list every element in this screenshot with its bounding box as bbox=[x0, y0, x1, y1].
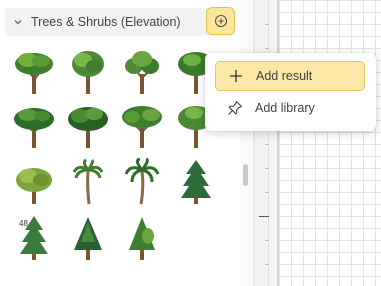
conifer-tree-symbol[interactable] bbox=[118, 214, 166, 262]
panel-scrollbar[interactable] bbox=[240, 0, 252, 286]
ruler-label: 48 bbox=[19, 219, 28, 228]
tree-symbol[interactable] bbox=[64, 48, 112, 96]
palm-tree-symbol[interactable] bbox=[64, 158, 112, 206]
plus-circle-icon bbox=[214, 14, 227, 28]
scrollbar-thumb[interactable] bbox=[243, 164, 248, 186]
plus-icon bbox=[216, 69, 256, 83]
tree-symbol[interactable] bbox=[64, 102, 112, 150]
tree-symbol[interactable] bbox=[10, 158, 58, 206]
palm-tree-symbol[interactable] bbox=[118, 158, 166, 206]
conifer-tree-symbol[interactable] bbox=[10, 214, 58, 262]
drawing-sheet-grid[interactable] bbox=[278, 0, 381, 286]
menu-item-add-result[interactable]: Add result bbox=[215, 61, 365, 91]
menu-item-add-library[interactable]: Add library bbox=[215, 93, 365, 123]
conifer-tree-symbol[interactable] bbox=[64, 214, 112, 262]
section-header[interactable]: Trees & Shrubs (Elevation) bbox=[5, 8, 235, 36]
symbol-library-panel: Trees & Shrubs (Elevation) bbox=[0, 0, 255, 286]
tree-symbol[interactable] bbox=[10, 48, 58, 96]
chevron-down-icon[interactable] bbox=[5, 17, 31, 27]
tree-symbol[interactable] bbox=[118, 48, 166, 96]
vertical-ruler bbox=[255, 0, 269, 286]
add-button[interactable] bbox=[206, 7, 235, 35]
section-title: Trees & Shrubs (Elevation) bbox=[31, 15, 181, 29]
tree-symbol[interactable] bbox=[10, 102, 58, 150]
tree-symbol[interactable] bbox=[118, 102, 166, 150]
menu-item-label: Add result bbox=[256, 69, 313, 83]
conifer-tree-symbol[interactable] bbox=[172, 158, 220, 206]
menu-item-label: Add library bbox=[255, 101, 315, 115]
pin-icon bbox=[215, 100, 255, 116]
context-menu: Add result Add library bbox=[205, 53, 376, 131]
